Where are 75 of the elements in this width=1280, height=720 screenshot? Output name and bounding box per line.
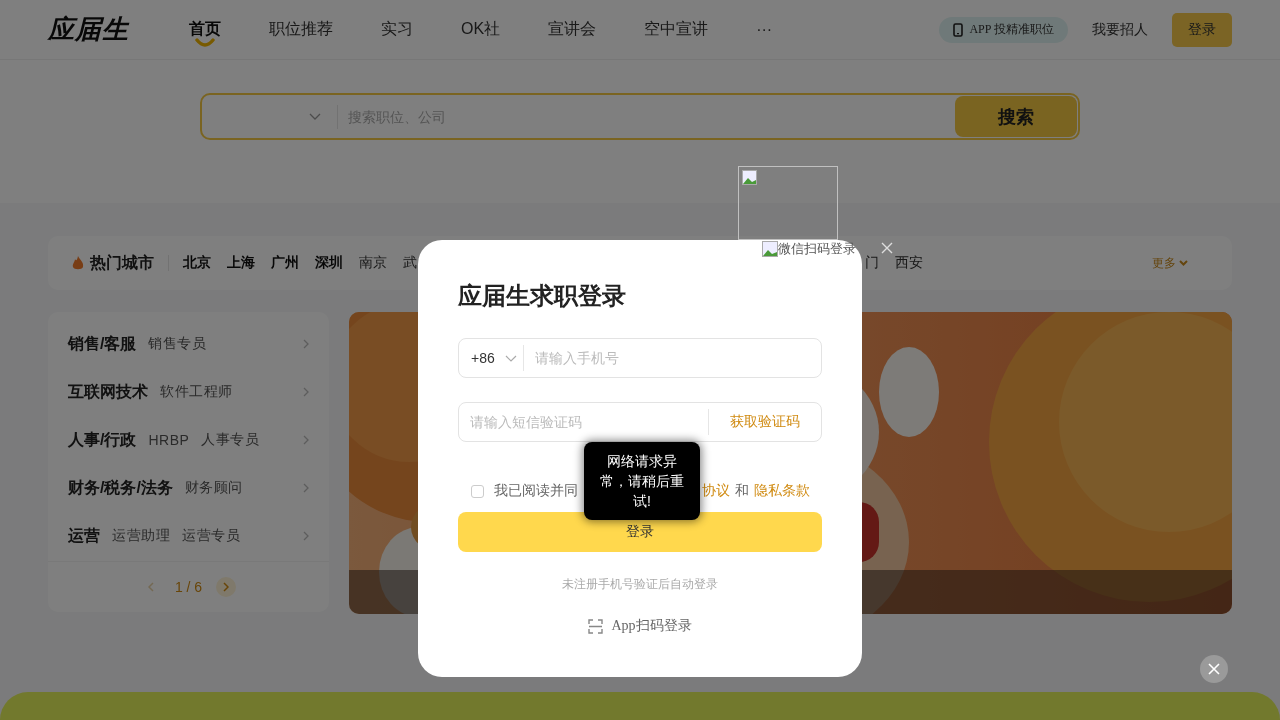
job-link[interactable]: HRBP: [148, 432, 190, 448]
job-link[interactable]: 运营专员: [182, 527, 240, 545]
phone-icon: [953, 22, 964, 37]
nav-tab[interactable]: OK社: [437, 0, 525, 60]
agreement-link[interactable]: 协议: [701, 482, 730, 500]
login-button[interactable]: 登录: [458, 512, 822, 552]
wechat-login-image: 微信扫码登录: [762, 240, 856, 258]
search-button[interactable]: 搜索: [955, 96, 1077, 137]
category-row[interactable]: 财务/税务/法务 财务顾问: [48, 464, 329, 512]
job-link[interactable]: 软件工程师: [160, 383, 233, 401]
auto-register-note: 未注册手机号验证后自动登录: [561, 576, 719, 593]
city-link[interactable]: 门: [865, 254, 879, 272]
category-name: 财务/税务/法务: [68, 477, 173, 498]
city-link[interactable]: 南京: [359, 254, 387, 272]
city-link[interactable]: 武: [403, 254, 417, 272]
privacy-link[interactable]: 隐私条款: [753, 482, 810, 500]
chevron-right-icon: [303, 387, 309, 397]
nav-tab[interactable]: 首页: [165, 0, 245, 60]
close-button[interactable]: [1200, 655, 1228, 683]
nav-tab[interactable]: 宣讲会: [524, 0, 621, 60]
chevron-right-icon: [223, 582, 230, 592]
job-link[interactable]: 运营助理: [112, 527, 170, 545]
nav-tab[interactable]: 空中宣讲: [620, 0, 733, 60]
agreement-text: 和: [734, 482, 749, 500]
chevron-right-icon: [303, 531, 309, 541]
country-code-select[interactable]: +86: [459, 345, 524, 371]
category-row[interactable]: 运营 运营助理 运营专员: [48, 512, 329, 560]
scan-icon: [588, 618, 604, 634]
category-name: 运营: [68, 525, 100, 546]
login-button[interactable]: 登录: [1172, 12, 1232, 47]
category-name: 人事/行政: [68, 429, 137, 450]
section-title: 热门城市: [90, 255, 154, 271]
active-underline-icon: [195, 37, 215, 48]
more-link[interactable]: 更多: [1152, 254, 1188, 272]
phone-field[interactable]: +86 请输入手机号: [458, 338, 822, 378]
agreement-checkbox[interactable]: [470, 484, 484, 498]
flame-icon: [72, 256, 84, 270]
next-page-button[interactable]: [216, 577, 237, 597]
chevron-down-icon: [1179, 260, 1188, 266]
city-link[interactable]: 西安: [895, 254, 923, 272]
category-row[interactable]: 互联网技术 软件工程师: [48, 368, 329, 416]
get-code-button[interactable]: 获取验证码: [708, 409, 821, 435]
city-link[interactable]: 深圳: [315, 254, 343, 272]
chevron-down-icon: [504, 354, 517, 362]
chevron-left-icon: [147, 582, 154, 592]
chevron-right-icon: [303, 339, 309, 349]
recruit-link[interactable]: 我要招人: [1082, 20, 1158, 39]
chevron-right-icon: [303, 483, 309, 493]
close-icon[interactable]: [881, 242, 893, 254]
city-link[interactable]: 上海: [227, 254, 255, 272]
broken-image-icon: [742, 170, 757, 185]
close-icon: [1208, 663, 1220, 675]
app-scan-login-link[interactable]: App扫码登录: [458, 617, 822, 635]
category-name: 互联网技术: [68, 381, 148, 402]
app-download-badge[interactable]: APP 投精准职位: [939, 16, 1068, 43]
nav-tab[interactable]: 职位推荐: [245, 0, 357, 60]
category-row[interactable]: 人事/行政 HRBP 人事专员: [48, 416, 329, 464]
chevron-right-icon: [303, 435, 309, 445]
city-link[interactable]: 广州: [271, 254, 299, 272]
chevron-down-icon: [309, 113, 321, 120]
category-name: 销售/客服: [68, 333, 137, 354]
broken-image-icon: [762, 241, 778, 257]
verification-code-field[interactable]: 请输入短信验证码: [459, 414, 708, 430]
job-link[interactable]: 人事专员: [201, 431, 260, 449]
agreement-text: 我已阅读并同: [493, 482, 578, 500]
page-indicator: 1 / 6: [174, 579, 203, 595]
city-link[interactable]: 北京: [183, 254, 211, 272]
category-row[interactable]: 销售/客服 销售专员: [48, 320, 329, 368]
error-toast: 网络请求异常，请稍后重试!: [584, 442, 700, 520]
job-link[interactable]: 销售专员: [148, 335, 207, 353]
nav-tab[interactable]: 实习: [357, 0, 437, 60]
dialog-title: 应届生求职登录: [458, 281, 627, 311]
nav-tab[interactable]: ···: [732, 0, 797, 60]
site-logo[interactable]: 应届生: [48, 12, 129, 47]
job-link[interactable]: 财务顾问: [184, 479, 243, 497]
